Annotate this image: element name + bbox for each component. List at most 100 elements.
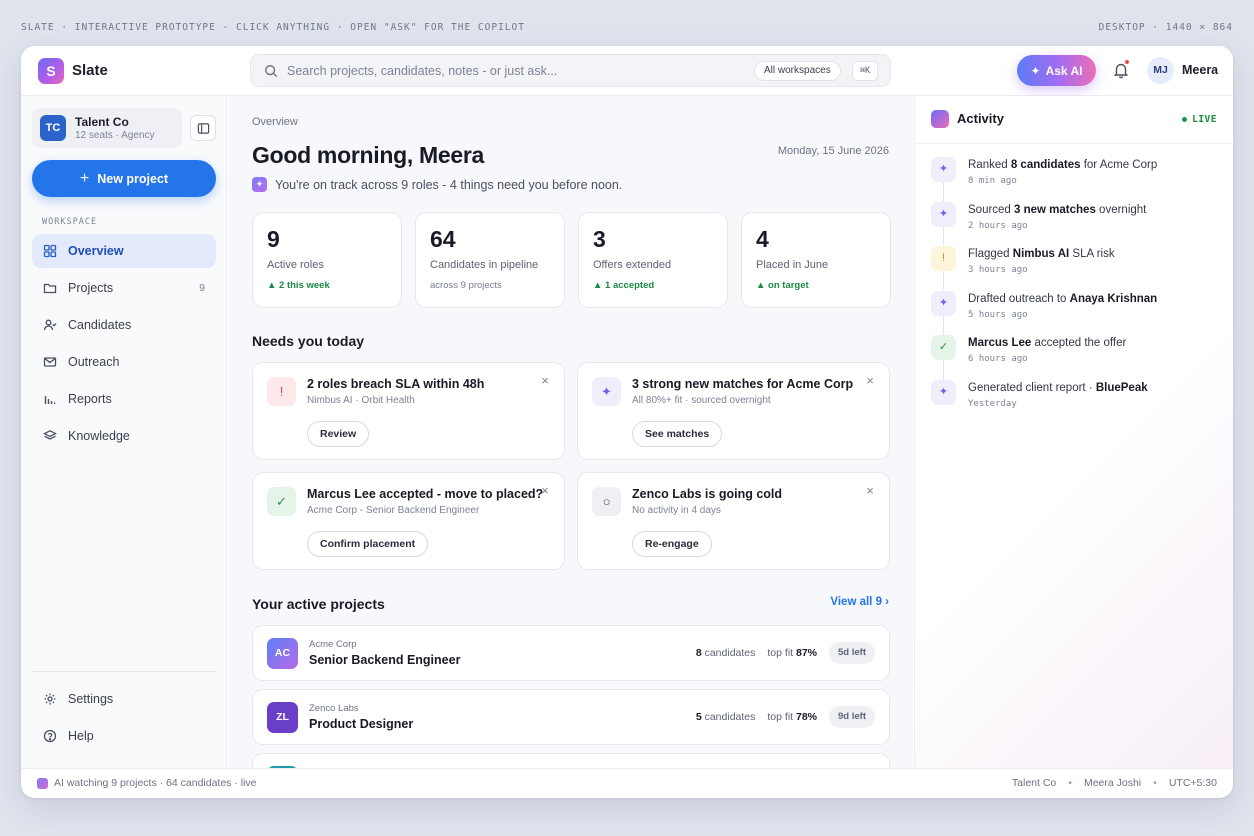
view-all-projects-link[interactable]: View all 9 › (830, 596, 889, 608)
close-icon[interactable]: × (538, 484, 552, 498)
user-name[interactable]: Meera (1182, 63, 1218, 77)
card-subtitle: All 80%+ fit · sourced overnight (632, 395, 771, 406)
stat-card-offers[interactable]: 3 Offers extended ▲ 1 accepted (578, 212, 728, 308)
project-list: AC Acme Corp Senior Backend Engineer 8 c… (252, 625, 890, 768)
needs-today-title: Needs you today (252, 333, 365, 349)
candidate-count: 5 candidates (695, 711, 756, 723)
project-role: Senior Backend Engineer (309, 653, 461, 667)
new-project-button[interactable]: + New project (32, 160, 216, 197)
stat-value: 3 (593, 226, 606, 252)
stats-row: 9 Active roles ▲ 2 this week 64 Candidat… (252, 212, 891, 308)
footer-timezone: UTC+5:30 (1168, 777, 1217, 789)
slate-logo[interactable]: S (38, 58, 64, 84)
ai-status: AI watching 9 projects · 64 candidates ·… (37, 777, 257, 789)
org-avatar: TC (40, 115, 66, 141)
live-label: LIVE (1192, 114, 1217, 125)
search-icon (265, 65, 278, 78)
sidebar-item-label: Candidates (68, 318, 132, 332)
project-row[interactable]: ZL Zenco Labs Product Designer 5 candida… (252, 689, 890, 745)
org-switcher[interactable]: TC Talent Co 12 seats · Agency (32, 108, 182, 148)
activity-text: Ranked 8 candidates for Acme Corp (968, 159, 1158, 171)
activity-item[interactable]: ! Flagged Nimbus AI SLA risk 3 hours ago (931, 246, 1221, 291)
breadcrumb[interactable]: Overview (252, 116, 298, 128)
check-icon: ✓ (267, 487, 296, 516)
live-dot (1182, 117, 1188, 122)
review-button[interactable]: Review (307, 421, 370, 447)
stat-value: 64 (430, 226, 456, 252)
live-indicator: LIVE (1182, 114, 1217, 125)
card-title: Zenco Labs is going cold (632, 487, 783, 501)
close-icon[interactable]: × (863, 374, 877, 388)
footer-org: Talent Co (1011, 777, 1057, 789)
close-icon[interactable]: × (863, 484, 877, 498)
active-projects-title: Your active projects (252, 596, 385, 612)
sidebar-item-knowledge[interactable]: Knowledge (32, 419, 216, 453)
stat-card-placed[interactable]: 4 Placed in June ▲ on target (741, 212, 891, 308)
stat-card-active-roles[interactable]: 9 Active roles ▲ 2 this week (252, 212, 402, 308)
project-row-partial[interactable] (252, 753, 890, 768)
card-title: 2 roles breach SLA within 48h (307, 377, 485, 391)
sidebar-item-label: Settings (68, 692, 114, 706)
banner-left: SLATE · INTERACTIVE PROTOTYPE - CLICK AN… (21, 22, 525, 33)
footer-meta: Talent Co • Meera Joshi • UTC+5:30 (1012, 777, 1217, 789)
collapse-sidebar-button[interactable] (190, 115, 216, 141)
ai-summary-text: You're on track across 9 roles - 4 thing… (275, 177, 623, 192)
stat-label: Placed in June (756, 259, 829, 271)
sidebar-item-settings[interactable]: Settings (32, 682, 216, 716)
project-avatar: AC (267, 638, 298, 669)
action-card-placement[interactable]: ✓ Marcus Lee accepted - move to placed? … (252, 472, 565, 570)
global-search[interactable]: All workspaces ⌘K (250, 54, 891, 87)
ask-ai-button[interactable]: ✦ Ask AI (1017, 55, 1096, 86)
candidate-count: 8 candidates (695, 647, 756, 659)
sidebar-item-help[interactable]: Help (32, 719, 216, 753)
ai-status-text: AI watching 9 projects · 64 candidates ·… (54, 777, 257, 789)
close-icon[interactable]: × (538, 374, 552, 388)
stat-value: 9 (267, 226, 280, 252)
re-engage-button[interactable]: Re-engage (632, 531, 712, 557)
user-avatar[interactable]: MJ (1147, 57, 1174, 84)
activity-time: 5 hours ago (968, 309, 1028, 320)
activity-text: Flagged Nimbus AI SLA risk (968, 248, 1115, 260)
project-avatar: ZL (267, 702, 298, 733)
mail-icon (43, 357, 57, 367)
activity-divider (915, 143, 1233, 144)
circle-icon: ○ (592, 487, 621, 516)
activity-time: 2 hours ago (968, 220, 1028, 231)
activity-time: 3 hours ago (968, 265, 1028, 275)
stat-trend: across 9 projects (430, 280, 502, 291)
sidebar-toggle-icon (197, 123, 210, 134)
sparkle-icon: ✦ (931, 379, 956, 405)
alert-icon: ! (267, 377, 296, 406)
see-matches-button[interactable]: See matches (632, 421, 723, 447)
sidebar-item-projects[interactable]: Projects 9 (32, 271, 216, 305)
activity-item[interactable]: ✓ Marcus Lee accepted the offer 6 hours … (931, 335, 1221, 380)
activity-item[interactable]: ✦ Sourced 3 new matches overnight 2 hour… (931, 201, 1221, 247)
action-card-sla[interactable]: ! 2 roles breach SLA within 48h Nimbus A… (252, 362, 565, 460)
workspace-filter-pill[interactable]: All workspaces (754, 61, 841, 81)
sidebar-item-outreach[interactable]: Outreach (32, 345, 216, 379)
today-date: Monday, 15 June 2026 (777, 145, 889, 157)
sidebar-item-label: Outreach (68, 355, 120, 369)
activity-time: 6 hours ago (968, 354, 1028, 364)
sidebar-item-reports[interactable]: Reports (32, 382, 216, 416)
card-subtitle: Acme Corp - Senior Backend Engineer (307, 505, 480, 516)
stat-label: Offers extended (593, 259, 672, 271)
sidebar-item-candidates[interactable]: Candidates (32, 308, 216, 342)
project-role: Product Designer (309, 717, 414, 731)
activity-item[interactable]: ✦ Drafted outreach to Anaya Krishnan 5 h… (931, 290, 1221, 336)
activity-item[interactable]: ✦ Generated client report · BluePeak Yes… (931, 379, 1221, 425)
card-subtitle: Nimbus AI · Orbit Health (307, 395, 415, 406)
sparkle-icon: ✦ (931, 290, 956, 316)
projects-count: 9 (199, 282, 205, 294)
action-card-matches[interactable]: ✦ 3 strong new matches for Acme Corp All… (577, 362, 890, 460)
action-card-cold[interactable]: ○ Zenco Labs is going cold No activity i… (577, 472, 890, 570)
search-input[interactable] (287, 62, 747, 80)
confirm-placement-button[interactable]: Confirm placement (307, 531, 429, 557)
activity-text: Sourced 3 new matches overnight (968, 203, 1147, 216)
project-meta: 5 candidates top fit 78% 9d left (696, 706, 875, 728)
grid-icon (43, 244, 57, 258)
activity-item[interactable]: ✦ Ranked 8 candidates for Acme Corp 8 mi… (931, 157, 1221, 202)
sidebar-item-overview[interactable]: Overview (32, 234, 216, 268)
project-row[interactable]: AC Acme Corp Senior Backend Engineer 8 c… (252, 625, 890, 681)
stat-card-pipeline[interactable]: 64 Candidates in pipeline across 9 proje… (415, 212, 565, 308)
